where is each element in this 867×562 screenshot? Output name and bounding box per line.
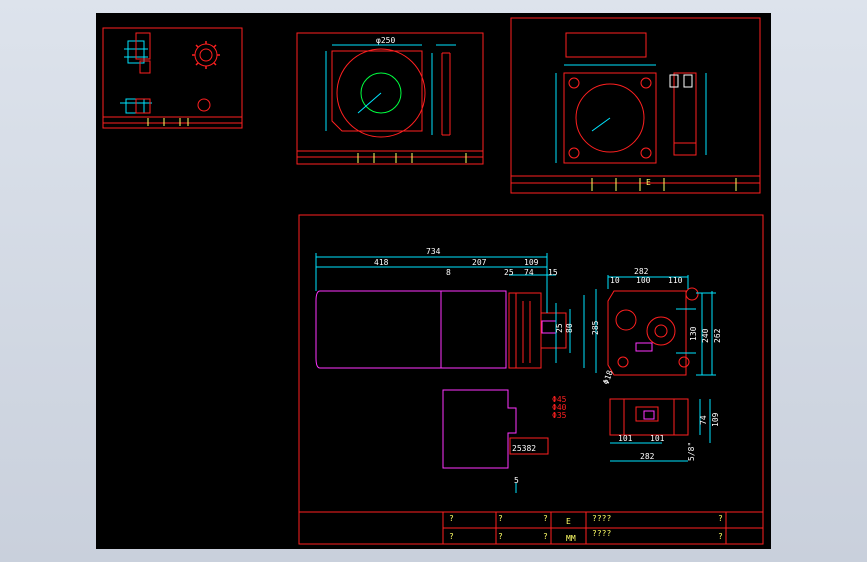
- dim-74: 74: [524, 268, 534, 277]
- shaft-dia-35: Φ35: [552, 411, 567, 420]
- dim-109: 109: [524, 258, 539, 267]
- dim-734: 734: [426, 247, 441, 256]
- dim-101-a: 101: [618, 434, 633, 443]
- tb-text-2: ????: [592, 529, 611, 538]
- dim-100: 100: [636, 276, 651, 285]
- dim-285: 285: [591, 320, 600, 335]
- dim-15: 15: [548, 268, 558, 277]
- dim-74-v: 74: [699, 415, 708, 425]
- cad-drawing-viewport[interactable]: φ250 E 734 418 207 109 8 25 74 15 80 25 …: [96, 13, 771, 549]
- tb-mark-1: ?: [449, 514, 454, 523]
- dim-282-bottom: 282: [640, 452, 655, 461]
- sheet-3: E: [510, 17, 761, 194]
- dim-80: 80: [565, 323, 574, 333]
- sheet-2: φ250: [296, 32, 484, 165]
- dim-130: 130: [689, 326, 698, 341]
- tb-code: E: [566, 517, 571, 526]
- dim-240: 240: [701, 328, 710, 343]
- dim-5: 5: [514, 476, 519, 485]
- sheet2-dim-label: φ250: [376, 36, 395, 45]
- dim-418: 418: [374, 258, 389, 267]
- dim-hole-18: Φ18: [601, 369, 614, 386]
- tb-text-1: ????: [592, 514, 611, 523]
- sheet3-code: E: [646, 178, 651, 187]
- dim-101-b: 101: [650, 434, 665, 443]
- dim-25-v: 25: [555, 323, 564, 333]
- tb-mark-4: ?: [498, 532, 503, 541]
- dim-109-v: 109: [711, 412, 720, 427]
- tb-mark-7: ?: [718, 514, 723, 523]
- tb-unit: MM: [566, 534, 576, 543]
- tb-mark-8: ?: [718, 532, 723, 541]
- dim-8: 8: [446, 268, 451, 277]
- tb-mark-5: ?: [543, 514, 548, 523]
- dim-25: 25: [504, 268, 514, 277]
- dim-25382: 25382: [512, 444, 536, 453]
- dim-207: 207: [472, 258, 487, 267]
- dim-110: 110: [668, 276, 683, 285]
- dim-10: 10: [610, 276, 620, 285]
- tb-mark-2: ?: [449, 532, 454, 541]
- dim-5-8: 5/8": [687, 442, 696, 461]
- sheet-1: [102, 27, 243, 129]
- main-sheet: 734 418 207 109 8 25 74 15 80 25 285 Φ45…: [298, 214, 764, 545]
- tb-mark-6: ?: [543, 532, 548, 541]
- dim-282-top: 282: [634, 267, 649, 276]
- cad-drawing: φ250 E 734 418 207 109 8 25 74 15 80 25 …: [102, 17, 764, 545]
- dim-262: 262: [713, 328, 722, 343]
- tb-mark-3: ?: [498, 514, 503, 523]
